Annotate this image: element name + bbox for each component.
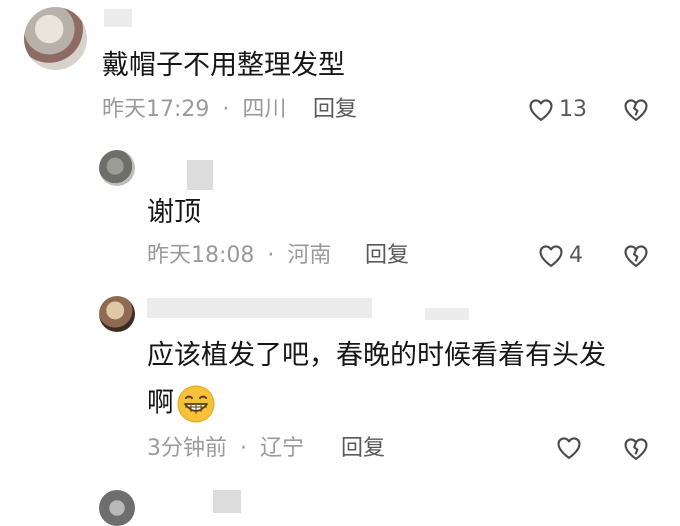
- comment-text: 谢顶: [147, 197, 201, 228]
- comment-meta: 昨天18:08 · 河南: [147, 241, 331, 271]
- username-redacted[interactable]: [425, 308, 469, 320]
- like-button[interactable]: 13: [527, 95, 587, 125]
- broken-heart-icon[interactable]: [622, 242, 650, 270]
- reply-button[interactable]: 回复: [313, 95, 357, 125]
- comment-location: 四川: [242, 97, 287, 122]
- comment-time: 昨天18:08: [147, 243, 255, 268]
- comment-time: 3分钟前: [147, 436, 227, 461]
- heart-outline-icon: [539, 245, 563, 267]
- comment-location: 辽宁: [260, 436, 305, 461]
- meta-separator: ·: [222, 97, 230, 122]
- reply-button[interactable]: 回复: [365, 241, 409, 271]
- avatar[interactable]: [99, 296, 135, 332]
- comment-text: 啊: [147, 387, 174, 419]
- username-redacted[interactable]: [147, 298, 372, 318]
- avatar[interactable]: [24, 7, 87, 70]
- comment-text-line2: 啊: [147, 384, 216, 424]
- like-button[interactable]: 4: [537, 241, 583, 271]
- username-redacted[interactable]: [187, 160, 213, 190]
- username-redacted[interactable]: [104, 9, 132, 27]
- username-redacted[interactable]: [213, 490, 241, 513]
- broken-heart-icon[interactable]: [622, 96, 650, 124]
- grinning-face-emoji: [177, 385, 215, 423]
- like-button[interactable]: [555, 434, 587, 462]
- avatar[interactable]: [99, 490, 135, 526]
- avatar[interactable]: [99, 150, 135, 186]
- comment-text: 戴帽子不用整理发型: [102, 50, 345, 81]
- reply-button[interactable]: 回复: [341, 434, 385, 464]
- comment-text: 应该植发了吧，春晚的时候看着有头发: [147, 340, 606, 371]
- comment-meta: 昨天17:29 · 四川: [102, 95, 286, 125]
- like-count: 4: [569, 243, 583, 268]
- like-count: 13: [559, 97, 587, 122]
- meta-separator: ·: [267, 243, 275, 268]
- comment-meta: 3分钟前 · 辽宁: [147, 434, 304, 464]
- broken-heart-icon[interactable]: [622, 435, 650, 463]
- heart-outline-icon: [529, 99, 553, 121]
- comment-location: 河南: [287, 243, 332, 268]
- comment-time: 昨天17:29: [102, 97, 210, 122]
- heart-outline-icon: [557, 437, 581, 459]
- meta-separator: ·: [240, 436, 247, 461]
